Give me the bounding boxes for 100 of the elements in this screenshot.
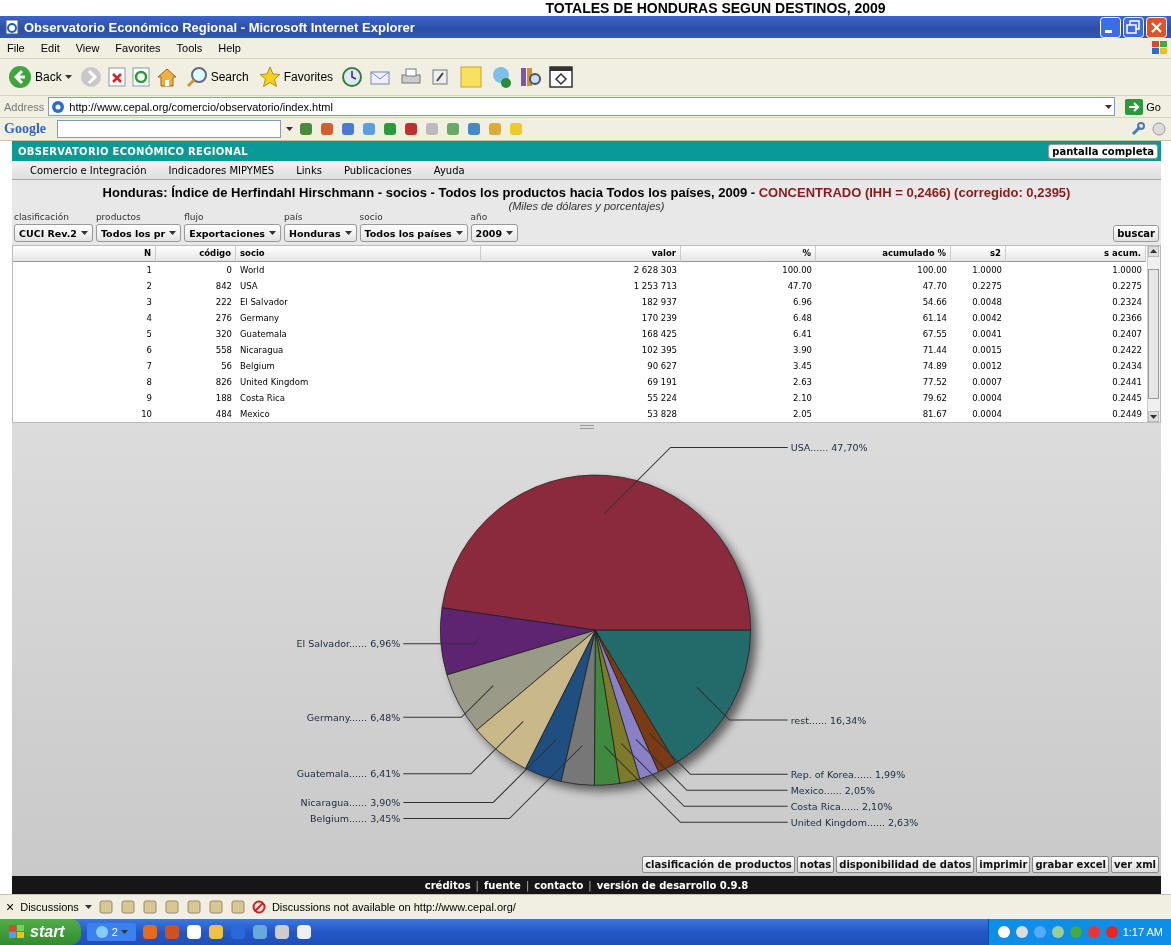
dropdown-caret-icon[interactable] [286, 127, 293, 131]
menu-item[interactable]: Favorites [114, 42, 162, 54]
column-header[interactable]: valor [481, 246, 681, 262]
footer-link[interactable]: créditos [424, 879, 471, 891]
filter-dropdown[interactable]: Todos los países [359, 224, 468, 242]
caret-icon[interactable] [169, 231, 177, 235]
column-header[interactable]: % [681, 246, 816, 262]
table-cell-text: 100.00 [916, 264, 948, 277]
footer-link[interactable]: contacto [534, 879, 584, 891]
google-search-field[interactable] [57, 120, 281, 138]
printer-icon[interactable] [399, 67, 424, 87]
caret-icon[interactable] [80, 231, 88, 235]
table-cell-text: 222 [214, 296, 233, 309]
fullscreen-button[interactable]: pantalla completa [1048, 143, 1158, 159]
minimize-icon[interactable] [1100, 16, 1121, 38]
caret-icon[interactable] [269, 231, 277, 235]
menu-item[interactable]: Tools [175, 42, 204, 54]
dropdown-caret-icon[interactable] [84, 905, 92, 909]
filter-dropdown[interactable]: Exportaciones [184, 224, 282, 242]
tray-icon[interactable] [1014, 925, 1029, 939]
dropdown-caret-icon[interactable] [64, 75, 72, 79]
table-cell-text: Guatemala [239, 328, 288, 341]
window-icon[interactable] [549, 66, 574, 88]
nav-item[interactable]: Publicaciones [343, 164, 412, 176]
scroll-down-icon[interactable] [1148, 411, 1159, 422]
menu-item[interactable]: Edit [39, 42, 61, 54]
action-button[interactable]: grabar excel [1032, 856, 1109, 873]
quick-launch-icon[interactable] [273, 924, 290, 940]
discussion-tool-icon[interactable] [185, 899, 202, 915]
table-cell-text: 9 [145, 392, 153, 405]
stop-icon[interactable] [107, 67, 126, 87]
taskbar-group-button[interactable]: 2 [86, 923, 136, 941]
tray-icon[interactable] [1050, 925, 1065, 939]
scrollbar[interactable] [1147, 246, 1160, 422]
caret-icon[interactable] [455, 231, 463, 235]
wrench-icon[interactable] [1130, 121, 1146, 137]
nav-item[interactable]: Comercio e Integración [30, 164, 147, 176]
quick-launch-icon[interactable] [185, 924, 202, 940]
toolbar-icon[interactable] [382, 121, 398, 137]
filter-dropdown[interactable]: Todos los pr [95, 224, 182, 242]
filter-dropdown[interactable]: CUCI Rev.2 [14, 224, 93, 242]
discussion-tool-icon[interactable] [119, 899, 136, 915]
toolbar-icon[interactable] [487, 121, 503, 137]
action-button[interactable]: notas [796, 856, 835, 873]
table-cell-text: 188 [214, 392, 233, 405]
tray-icon[interactable] [996, 925, 1011, 939]
back-button[interactable]: Back [6, 63, 74, 91]
table-cell-text: 558 [214, 344, 233, 357]
go-button[interactable]: Go [1119, 97, 1167, 116]
research-icon[interactable] [519, 65, 544, 89]
search-button[interactable]: buscar [1113, 225, 1159, 242]
splitter-grip-icon[interactable] [579, 424, 594, 429]
quick-launch-icon[interactable] [295, 924, 312, 940]
scroll-up-icon[interactable] [1148, 246, 1159, 257]
menu-item[interactable]: View [74, 42, 101, 54]
filter-dropdown[interactable]: 2009 [470, 224, 519, 242]
circle-icon[interactable] [1151, 121, 1167, 137]
favorites-button[interactable]: Favorites [256, 64, 336, 90]
scroll-thumb-icon[interactable] [1148, 269, 1159, 399]
search-button[interactable]: Search [183, 64, 251, 90]
footer-link[interactable]: fuente [483, 879, 521, 891]
dropdown-caret-icon[interactable] [1105, 104, 1113, 109]
quick-launch-icon[interactable] [251, 924, 268, 940]
toolbar-icon[interactable] [298, 121, 314, 137]
column-header[interactable]: socio [236, 246, 481, 262]
filter-dropdown[interactable]: Honduras [284, 224, 357, 242]
quick-launch-icon[interactable] [207, 924, 224, 940]
restore-icon[interactable] [1123, 16, 1144, 38]
table-cell-text: 0.2434 [1111, 360, 1143, 373]
caret-icon[interactable] [344, 231, 352, 235]
action-button[interactable]: clasificación de productos [642, 856, 795, 873]
column-header[interactable]: acumulado % [816, 246, 951, 262]
column-header[interactable]: N [13, 246, 156, 262]
history-icon[interactable] [341, 66, 364, 88]
discussion-tool-icon[interactable] [141, 899, 158, 915]
tray-icon[interactable] [1104, 925, 1119, 939]
toolbar-icon[interactable] [319, 121, 335, 137]
action-button[interactable]: ver xml [1111, 856, 1159, 873]
discussion-tool-icon[interactable] [207, 899, 224, 915]
nav-item[interactable]: Links [296, 164, 322, 176]
discussion-tool-icon[interactable] [97, 899, 114, 915]
close-icon[interactable] [1146, 16, 1167, 38]
discussions-menu[interactable]: Discussions [20, 901, 79, 913]
toolbar-icon[interactable] [340, 121, 356, 137]
close-button[interactable]: × [6, 899, 15, 915]
action-button[interactable]: imprimir [976, 856, 1031, 873]
address-field[interactable]: http://www.cepal.org/comercio/observatorio/index.html [48, 97, 1116, 116]
column-header[interactable]: s2 [951, 246, 1006, 262]
action-button[interactable]: disponibilidad de datos [836, 856, 975, 873]
column-header[interactable]: código [156, 246, 236, 262]
discussion-tool-icon[interactable] [163, 899, 180, 915]
nav-item[interactable]: Ayuda [433, 164, 465, 176]
table-cell-text: 6.96 [792, 296, 813, 309]
home-icon[interactable] [155, 67, 178, 87]
menu-item[interactable]: File [6, 42, 26, 54]
discussion-tool-icon[interactable] [229, 899, 246, 915]
nav-item[interactable]: Indicadores MIPYMES [168, 164, 275, 176]
caret-icon[interactable] [506, 231, 514, 235]
menu-item[interactable]: Help [217, 42, 242, 54]
column-header[interactable]: s acum. [1006, 246, 1146, 262]
